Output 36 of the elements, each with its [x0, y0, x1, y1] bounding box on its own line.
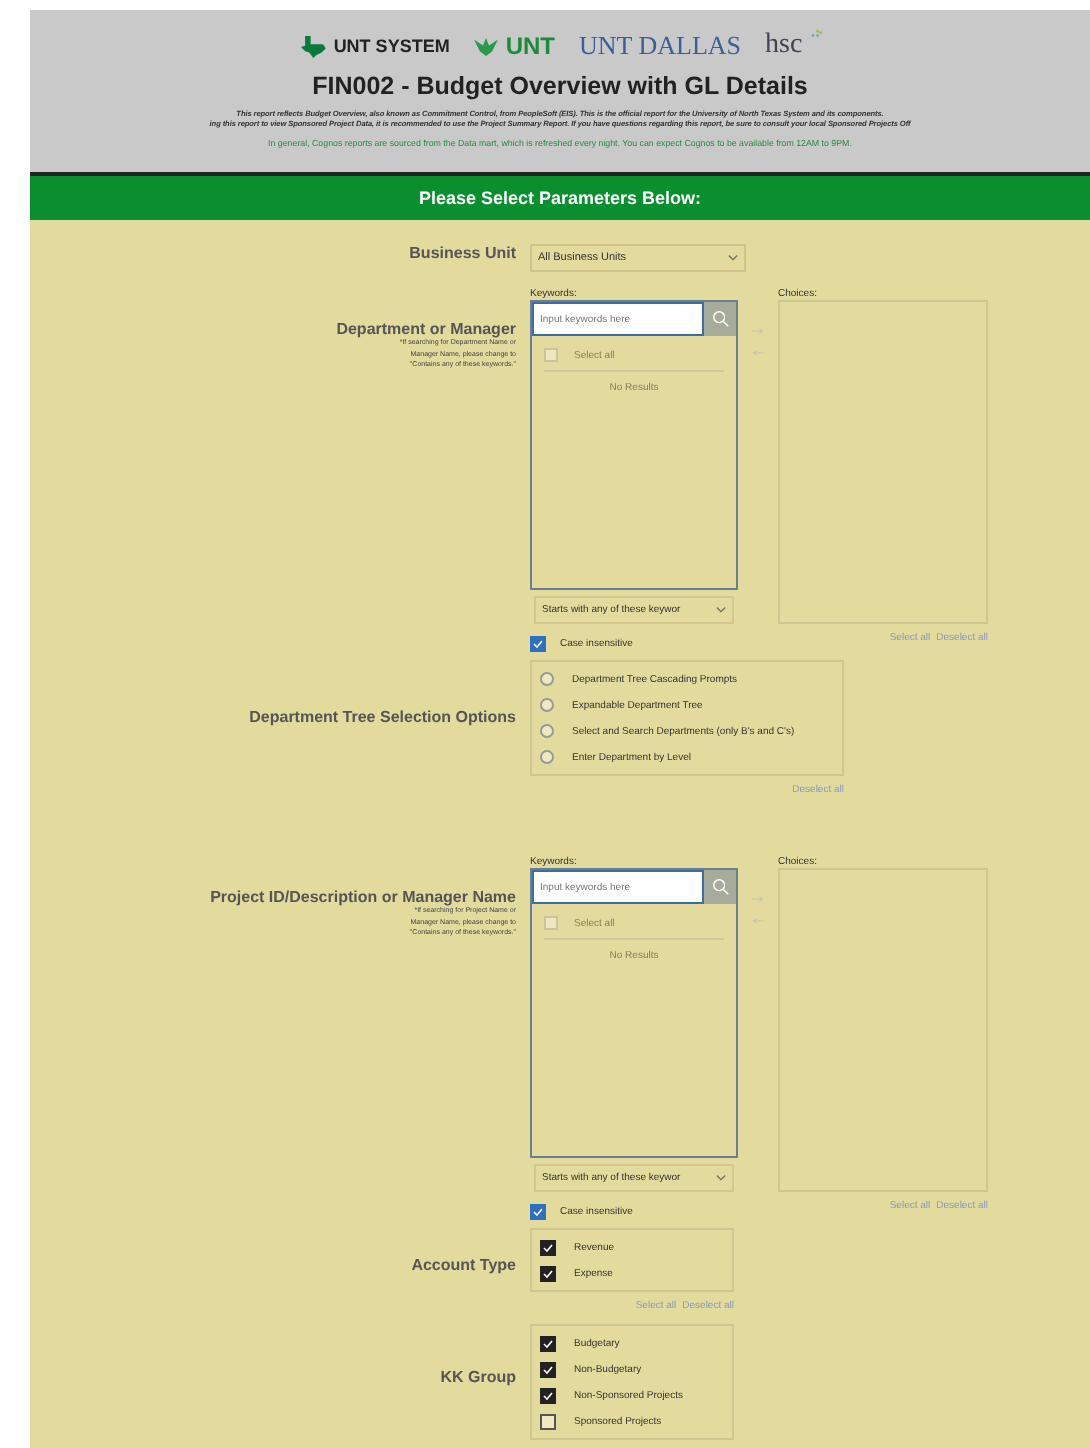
logo-text: UNT DALLAS — [579, 30, 742, 62]
eagle-icon — [473, 35, 498, 57]
logo-text: UNT — [505, 32, 555, 60]
parameter-label: Business Unit — [409, 244, 516, 262]
chevron-icon — [716, 1174, 726, 1182]
parameter-label: Project ID/Description or Manager Name — [210, 888, 516, 906]
logo-text: hsc — [765, 30, 803, 62]
case-insensitive-checkbox[interactable] — [530, 1204, 546, 1220]
search-button[interactable] — [704, 302, 736, 336]
radio-button[interactable] — [540, 672, 554, 686]
option-checkbox[interactable] — [540, 1413, 556, 1429]
parameter-label: Department or Manager — [336, 320, 516, 338]
chevron-icon — [728, 254, 738, 262]
parameter-label: KK Group — [440, 1367, 516, 1385]
search-button[interactable] — [704, 870, 736, 904]
texas-map-icon — [297, 35, 326, 57]
option-checkbox[interactable] — [540, 1265, 556, 1281]
radio-button[interactable] — [540, 698, 554, 712]
radio-button[interactable] — [540, 724, 554, 738]
report-title: FIN002 - Budget Overview with GL Details — [310, 72, 810, 100]
search-icon — [711, 310, 729, 328]
option-checkbox[interactable] — [540, 1361, 556, 1377]
parameter-label: Department Tree Selection Options — [249, 707, 516, 725]
select-all-checkbox[interactable] — [544, 916, 558, 930]
parameter-label: Account Type — [411, 1255, 516, 1273]
dots-icon — [810, 28, 823, 40]
option-checkbox[interactable] — [540, 1239, 556, 1255]
option-checkbox[interactable] — [540, 1335, 556, 1351]
radio-button[interactable] — [540, 750, 554, 764]
parameters-banner: Please Select Parameters Below: — [30, 176, 1090, 220]
select-all-checkbox[interactable] — [544, 348, 558, 362]
search-icon — [711, 878, 729, 896]
chevron-icon — [716, 606, 726, 614]
option-checkbox[interactable] — [540, 1387, 556, 1403]
case-insensitive-checkbox[interactable] — [530, 636, 546, 652]
logo-text: UNT SYSTEM — [333, 36, 450, 56]
